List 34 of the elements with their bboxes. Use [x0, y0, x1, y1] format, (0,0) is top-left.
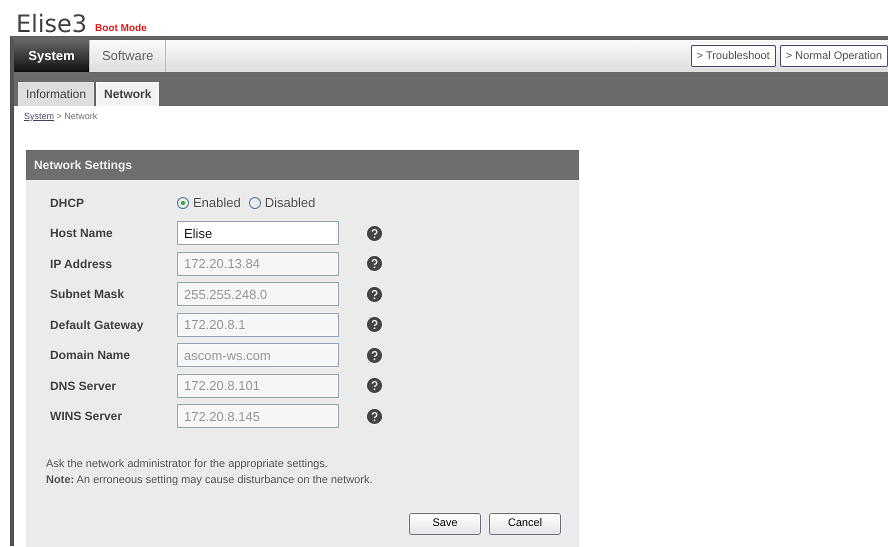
help-icon[interactable]	[367, 317, 382, 332]
help-icon[interactable]	[367, 378, 382, 394]
radio-label[interactable]: Enabled	[193, 193, 241, 212]
field-label: DHCP	[50, 194, 86, 212]
sub-tab[interactable]: Information	[18, 82, 94, 106]
radio-button[interactable]	[248, 196, 261, 209]
mode-label: Boot Mode	[95, 22, 147, 36]
field-label: IP Address	[50, 256, 114, 273]
form-button[interactable]: Save	[409, 512, 481, 534]
radio-label[interactable]: Disabled	[264, 193, 316, 212]
field-label: Host Name	[50, 225, 114, 242]
sub-tab[interactable]: Network	[96, 82, 160, 106]
form-button[interactable]: Cancel	[489, 512, 561, 534]
field-label: Domain Name	[50, 347, 132, 364]
breadcrumb-link[interactable]: System	[24, 111, 54, 121]
field-label: WINS Server	[50, 408, 124, 426]
mode-button[interactable]: > Normal Operation	[780, 44, 888, 68]
breadcrumb-current: > Network	[56, 111, 98, 121]
menu-tab[interactable]: System	[14, 40, 90, 72]
help-icon[interactable]	[367, 348, 382, 363]
help-icon[interactable]	[367, 256, 382, 272]
app-title: Elise3	[16, 12, 88, 36]
mode-button[interactable]: > Troubleshoot	[690, 44, 776, 68]
field-label: Default Gateway	[50, 316, 144, 334]
help-icon[interactable]	[367, 226, 382, 241]
note-text: Note: An erroneous setting may cause disturbance on the network.	[46, 473, 374, 488]
radio-button[interactable]	[177, 196, 189, 209]
help-icon[interactable]	[367, 408, 382, 424]
panel-header: Network Settings	[26, 150, 579, 180]
note-text: Ask the network administrator for the appropriate settings.	[46, 456, 329, 472]
field-label: DNS Server	[50, 378, 118, 395]
help-icon[interactable]	[367, 286, 382, 302]
field-label: Subnet Mask	[50, 286, 126, 304]
input-field[interactable]: Elise	[177, 221, 339, 246]
